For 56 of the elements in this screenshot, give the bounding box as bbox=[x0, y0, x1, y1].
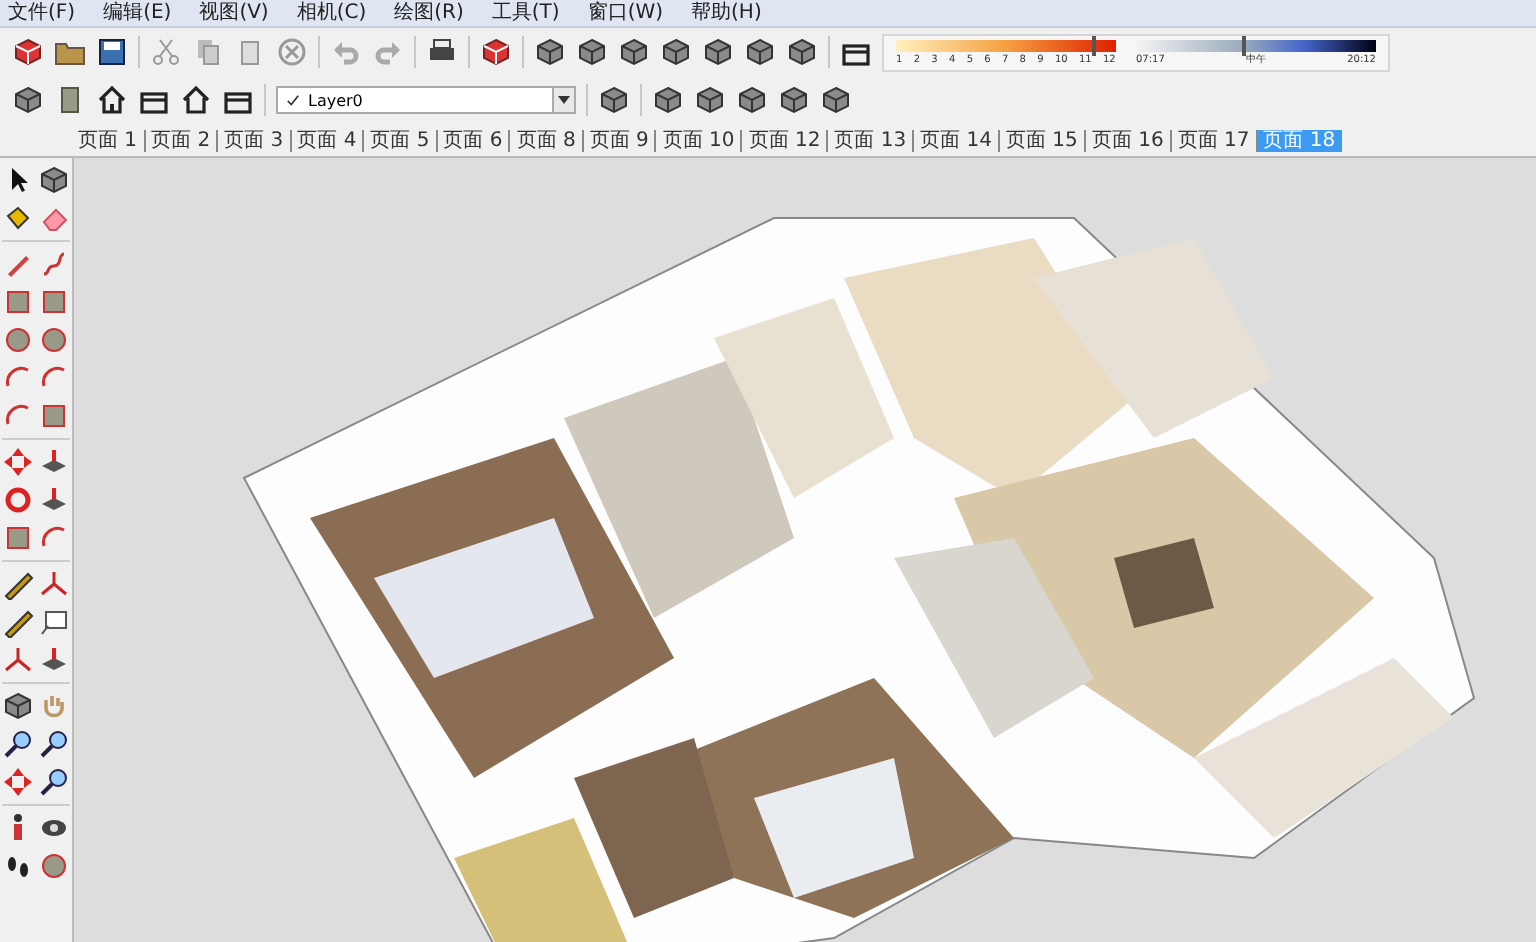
menu-item[interactable]: 视图(V) bbox=[199, 1, 269, 25]
menu-item[interactable]: 编辑(E) bbox=[103, 1, 172, 25]
layer-dropdown[interactable]: Layer0 bbox=[276, 86, 576, 114]
menu-item[interactable]: 工具(T) bbox=[491, 1, 560, 25]
scene-tab[interactable]: 页面 14 bbox=[914, 129, 1000, 151]
scene-tab[interactable]: 页面 8 bbox=[510, 129, 584, 151]
scene-tab[interactable]: 页面 9 bbox=[583, 129, 657, 151]
cube-icon[interactable] bbox=[786, 36, 818, 68]
month-slider[interactable] bbox=[896, 39, 1116, 51]
cube-icon[interactable] bbox=[736, 84, 768, 116]
caret-icon[interactable] bbox=[552, 88, 574, 112]
cube-icon[interactable] bbox=[744, 36, 776, 68]
menu-item[interactable]: 文件(F) bbox=[8, 1, 76, 25]
scene-tab[interactable]: 页面 6 bbox=[437, 129, 511, 151]
scene-tab[interactable]: 页面 2 bbox=[145, 129, 219, 151]
cube-icon[interactable] bbox=[820, 84, 852, 116]
text-label-icon[interactable] bbox=[38, 606, 70, 638]
cube-icon[interactable] bbox=[778, 84, 810, 116]
cube-icon[interactable] bbox=[652, 84, 684, 116]
scene-tab[interactable]: 页面 3 bbox=[218, 129, 292, 151]
scene-tab[interactable]: 页面 1 bbox=[72, 129, 146, 151]
menu-item[interactable]: 绘图(R) bbox=[394, 1, 464, 25]
scene-tab[interactable]: 页面 4 bbox=[291, 129, 365, 151]
tape-measure-icon[interactable] bbox=[2, 568, 34, 600]
scene-tab[interactable]: 页面 16 bbox=[1085, 129, 1172, 151]
menu-item[interactable]: 窗口(W) bbox=[587, 1, 664, 25]
cube-icon[interactable] bbox=[534, 36, 566, 68]
model-viewport[interactable] bbox=[74, 158, 1536, 942]
time-slider[interactable] bbox=[1136, 39, 1376, 51]
scene-tab[interactable]: 页面 15 bbox=[1000, 129, 1086, 151]
axes-icon[interactable] bbox=[2, 644, 34, 676]
cube-icon[interactable] bbox=[702, 36, 734, 68]
cube-icon[interactable] bbox=[660, 36, 692, 68]
freehand-icon[interactable] bbox=[38, 248, 70, 280]
menu-item[interactable]: 帮助(H) bbox=[691, 1, 762, 25]
zoom-window-icon[interactable] bbox=[38, 728, 70, 760]
scene-tab[interactable]: 页面 13 bbox=[828, 129, 915, 151]
rotate-icon[interactable] bbox=[2, 484, 34, 516]
cube-icon[interactable] bbox=[694, 84, 726, 116]
house-outline-icon[interactable] bbox=[180, 84, 212, 116]
zoom-icon[interactable] bbox=[2, 728, 34, 760]
cube-icon[interactable] bbox=[576, 36, 608, 68]
scene-tab[interactable]: 页面 12 bbox=[742, 129, 829, 151]
move-icon[interactable] bbox=[2, 446, 34, 478]
menu-item[interactable]: 相机(C) bbox=[296, 1, 367, 25]
house-icon[interactable] bbox=[96, 84, 128, 116]
check-icon bbox=[286, 93, 300, 107]
cube-icon[interactable] bbox=[618, 36, 650, 68]
scene-tab[interactable]: 页面 10 bbox=[656, 129, 743, 151]
circle-icon[interactable] bbox=[2, 324, 34, 356]
cube-icon[interactable] bbox=[598, 84, 630, 116]
paint-bucket-icon[interactable] bbox=[2, 202, 34, 234]
push-pull-icon[interactable] bbox=[38, 446, 70, 478]
rectangle-icon[interactable] bbox=[2, 286, 34, 318]
scene-tab[interactable]: 页面 5 bbox=[364, 129, 438, 151]
save-icon[interactable] bbox=[96, 36, 128, 68]
